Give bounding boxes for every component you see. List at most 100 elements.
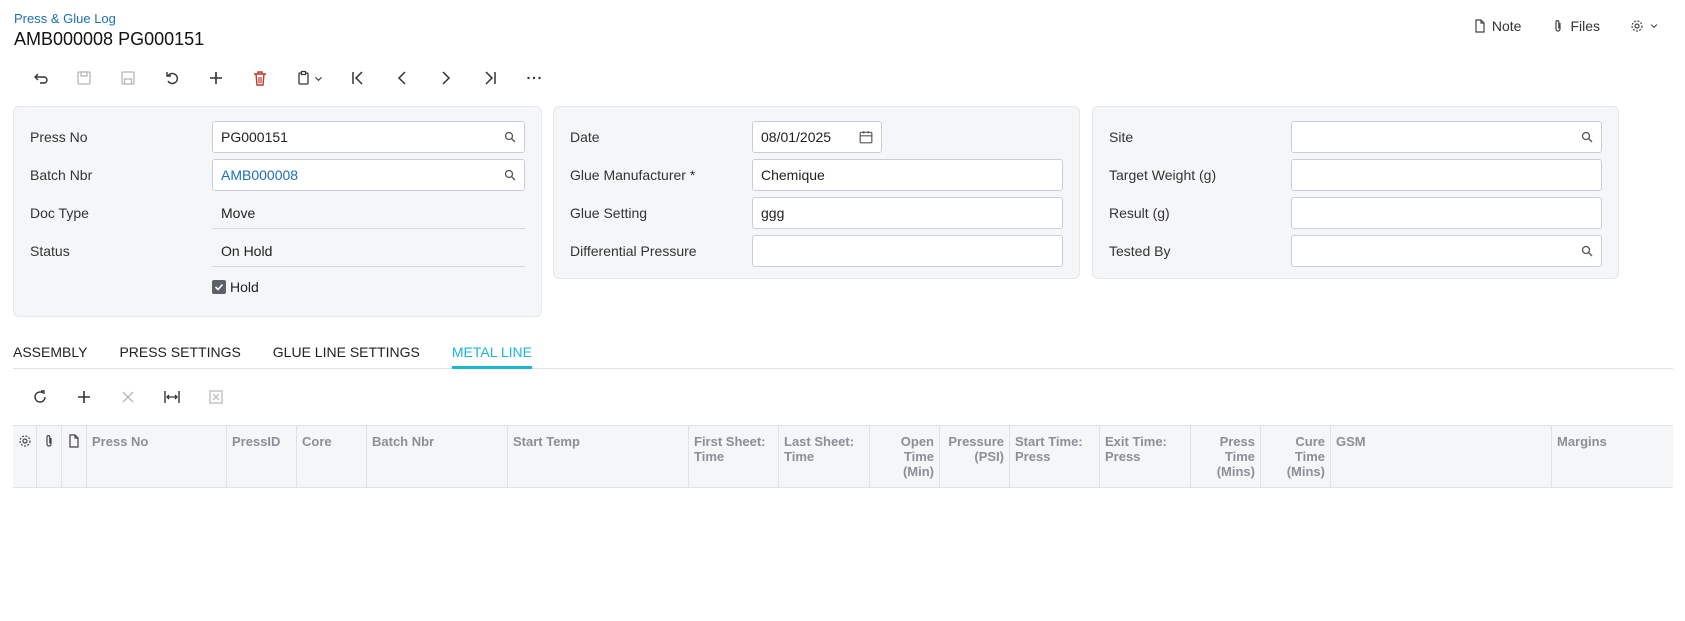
column-header[interactable]: Margins [1552, 426, 1673, 487]
summary-panel-right: Site Target Weight (g) Result (g) Tested… [1092, 106, 1619, 279]
fit-columns-button[interactable] [150, 385, 194, 409]
delete-row-button[interactable] [106, 385, 150, 409]
files-button[interactable]: Files [1551, 18, 1600, 34]
column-header[interactable]: First Sheet: Time [689, 426, 779, 487]
add-row-button[interactable] [62, 385, 106, 409]
grid-files-column[interactable] [37, 426, 62, 487]
glue-setting-input[interactable]: ggg [752, 197, 1063, 229]
tested-by-label: Tested By [1109, 243, 1171, 259]
tab-assembly[interactable]: ASSEMBLY [13, 339, 87, 369]
back-arrow-icon [34, 73, 48, 84]
search-icon[interactable] [504, 169, 516, 181]
search-icon[interactable] [504, 131, 516, 143]
status-label: Status [30, 243, 70, 259]
press-no-input[interactable]: PG000151 [212, 121, 525, 153]
last-icon [485, 71, 496, 85]
delete-button[interactable] [238, 66, 282, 90]
top-actions: Note Files [1473, 18, 1659, 34]
column-header[interactable]: PressID [227, 426, 297, 487]
batch-nbr-label: Batch Nbr [30, 167, 93, 183]
batch-nbr-input[interactable]: AMB000008 [212, 159, 525, 191]
column-header[interactable]: Pressure (PSI) [940, 426, 1010, 487]
calendar-icon[interactable] [859, 130, 873, 144]
column-header[interactable]: Open Time (Min) [870, 426, 940, 487]
hold-checkbox[interactable] [212, 280, 226, 294]
undo-button[interactable] [150, 66, 194, 90]
glue-manufacturer-input[interactable]: Chemique [752, 159, 1063, 191]
site-row: Site [1109, 121, 1602, 153]
differential-pressure-row: Differential Pressure [570, 235, 1063, 267]
tested-by-input[interactable] [1291, 235, 1602, 267]
save-button[interactable] [106, 66, 150, 90]
plus-icon [78, 391, 90, 403]
refresh-button[interactable] [18, 385, 62, 409]
result-row: Result (g) [1109, 197, 1602, 229]
files-label: Files [1570, 18, 1600, 34]
status-row: Status On Hold [30, 235, 525, 267]
plus-icon [210, 72, 222, 84]
next-record-button[interactable] [424, 66, 468, 90]
column-header[interactable]: Start Time: Press [1010, 426, 1100, 487]
back-button[interactable] [18, 66, 62, 90]
last-record-button[interactable] [468, 66, 512, 90]
settings-menu-button[interactable] [1630, 19, 1659, 33]
differential-pressure-input[interactable] [752, 235, 1063, 267]
target-weight-input[interactable] [1291, 159, 1602, 191]
site-label: Site [1109, 129, 1134, 145]
chevron-down-icon [314, 76, 322, 81]
first-record-button[interactable] [336, 66, 380, 90]
column-header[interactable]: Start Temp [508, 426, 689, 487]
differential-pressure-label: Differential Pressure [570, 243, 697, 259]
grid-toolbar [18, 385, 238, 409]
target-weight-label: Target Weight (g) [1109, 167, 1217, 183]
glue-manufacturer-label: Glue Manufacturer * [570, 167, 696, 183]
note-label: Note [1491, 18, 1522, 34]
status-value: On Hold [212, 235, 525, 267]
doc-type-value: Move [212, 197, 525, 229]
column-header[interactable]: Press Time (Mins) [1191, 426, 1261, 487]
grid-settings-column[interactable] [13, 426, 37, 487]
save-close-button[interactable] [62, 66, 106, 90]
glue-manufacturer-value: Chemique [761, 167, 825, 183]
export-excel-button[interactable] [194, 385, 238, 409]
more-actions-button[interactable] [512, 66, 556, 90]
press-no-value: PG000151 [221, 129, 288, 145]
previous-record-button[interactable] [380, 66, 424, 90]
refresh-icon [34, 390, 46, 403]
batch-nbr-link[interactable]: AMB000008 [221, 167, 504, 183]
search-icon[interactable] [1581, 245, 1593, 257]
hold-checkbox-row[interactable]: Hold [212, 279, 259, 295]
tab-bar: ASSEMBLY PRESS SETTINGS GLUE LINE SETTIN… [13, 339, 1673, 369]
press-no-label: Press No [30, 129, 88, 145]
grid-notes-column[interactable] [62, 426, 87, 487]
column-header[interactable]: Cure Time (Mins) [1261, 426, 1331, 487]
hold-label: Hold [230, 279, 259, 295]
gear-icon [18, 435, 31, 447]
copy-paste-button[interactable] [282, 66, 336, 90]
breadcrumb[interactable]: Press & Glue Log [14, 11, 116, 26]
search-icon[interactable] [1581, 131, 1593, 143]
site-input[interactable] [1291, 121, 1602, 153]
column-header[interactable]: GSM [1331, 426, 1552, 487]
column-header[interactable]: Last Sheet: Time [779, 426, 870, 487]
column-header[interactable]: Core [297, 426, 367, 487]
column-header[interactable]: Press No [87, 426, 227, 487]
tab-glue-line-settings[interactable]: GLUE LINE SETTINGS [273, 339, 420, 369]
result-input[interactable] [1291, 197, 1602, 229]
add-button[interactable] [194, 66, 238, 90]
date-value: 08/01/2025 [761, 129, 832, 145]
column-header[interactable]: Exit Time: Press [1100, 426, 1191, 487]
target-weight-row: Target Weight (g) [1109, 159, 1602, 191]
clipboard-icon [297, 70, 309, 85]
date-input[interactable]: 08/01/2025 [752, 121, 882, 153]
tab-metal-line[interactable]: METAL LINE [451, 339, 532, 369]
first-icon [352, 71, 363, 85]
doc-type-row: Doc Type Move [30, 197, 525, 229]
glue-setting-row: Glue Setting ggg [570, 197, 1063, 229]
column-header[interactable]: Batch Nbr [367, 426, 508, 487]
note-icon [69, 434, 79, 448]
page-title: AMB000008 PG000151 [14, 29, 205, 49]
note-button[interactable]: Note [1473, 18, 1522, 34]
batch-nbr-row: Batch Nbr AMB000008 [30, 159, 525, 191]
tab-press-settings[interactable]: PRESS SETTINGS [119, 339, 240, 369]
